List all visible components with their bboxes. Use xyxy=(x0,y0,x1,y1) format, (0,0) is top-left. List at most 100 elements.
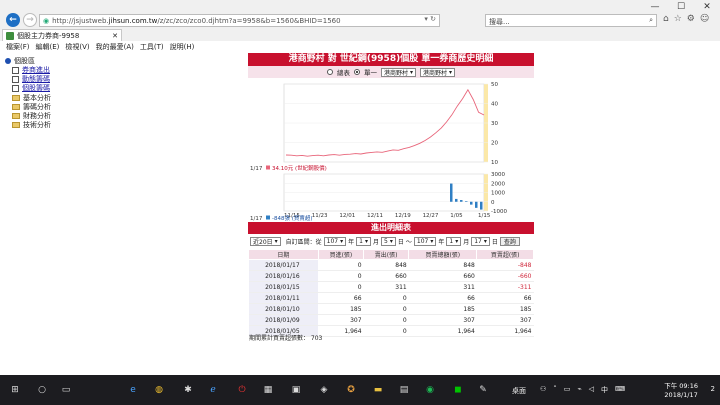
photo-app-icon[interactable]: ▣ xyxy=(290,384,302,396)
sidebar: 個股區 券商進出 動態籌碼 個股籌碼 基本分析 籌碼分析 財務分析 技術分析 xyxy=(0,53,248,375)
price-y-tick-label: 30 xyxy=(491,121,498,127)
period-select[interactable]: 近20日 ▾ xyxy=(250,237,281,246)
cell-net: 66 xyxy=(476,292,534,304)
file-explorer-icon[interactable]: ▬ xyxy=(372,384,384,396)
chevron-up-icon[interactable]: ˄ xyxy=(553,385,557,395)
forward-button[interactable]: → xyxy=(23,13,37,27)
browser-tab[interactable]: 個股主力券商-9958 ✕ xyxy=(2,29,122,41)
ime-indicator[interactable]: 中 xyxy=(601,385,608,395)
unit-label: 月 xyxy=(463,239,470,246)
col-buy: 買進(張) xyxy=(317,249,365,260)
menu-edit[interactable]: 編輯(E) xyxy=(36,42,60,52)
windows-start-icon[interactable]: ⊞ xyxy=(9,384,21,396)
price-y-tick-label: 10 xyxy=(491,160,498,166)
app-icon[interactable]: ◈ xyxy=(318,384,330,396)
price-legend-text: 34.10元 (世紀鋼股價) xyxy=(272,164,327,172)
line-icon[interactable]: ◼ xyxy=(452,384,464,396)
media-icon[interactable]: ▦ xyxy=(262,384,274,396)
broker-select-2[interactable]: 港商野村 ▾ xyxy=(420,67,456,77)
spotify-icon[interactable]: ◉ xyxy=(424,384,436,396)
cell-date: 2018/01/17 xyxy=(248,259,319,271)
custom-range-label: 自訂區間：從 xyxy=(285,239,322,246)
battery-icon[interactable]: ▭ xyxy=(564,385,571,395)
from-day-select[interactable]: 5 ▾ xyxy=(381,237,396,246)
smiley-icon[interactable]: ☺ xyxy=(700,14,709,24)
folder-icon xyxy=(12,122,20,128)
page-title: 港商野村 對 世紀鋼(9958)個股 單一券商歷史明細 xyxy=(248,53,534,66)
radio-single[interactable] xyxy=(353,69,360,75)
notification-count[interactable]: 2 xyxy=(711,385,715,393)
radio-total[interactable] xyxy=(326,69,333,75)
cortana-icon[interactable]: ○ xyxy=(36,384,48,396)
range-separator: ～ xyxy=(405,239,412,246)
app-icon[interactable]: ✎ xyxy=(477,384,489,396)
query-button[interactable]: 查詢 xyxy=(499,237,520,246)
price-y-tick-label: 50 xyxy=(491,82,498,88)
chevron-down-icon: ▾ xyxy=(274,238,278,245)
internet-explorer-icon[interactable]: ℯ xyxy=(207,384,219,396)
network-icon[interactable]: ⌁ xyxy=(577,385,581,395)
from-month-select[interactable]: 1 ▾ xyxy=(356,237,371,246)
back-button[interactable]: ← xyxy=(6,13,20,27)
folder-icon xyxy=(12,113,20,119)
folder-icon xyxy=(12,104,20,110)
cell-date: 2018/01/11 xyxy=(248,292,319,304)
bar-mark xyxy=(460,200,463,202)
app-icon[interactable]: ✱ xyxy=(182,384,194,396)
search-input[interactable]: 搜尋... ⌕ xyxy=(485,14,657,27)
menu-favorites[interactable]: 我的最愛(A) xyxy=(96,42,134,52)
chevron-down-icon: ▾ xyxy=(409,68,413,76)
browser-chrome: — ☐ ✕ ← → ◉ http://jsjustweb.jihsun.com.… xyxy=(0,0,720,52)
tree-root-icon xyxy=(5,58,11,64)
volume-icon[interactable]: ◁ xyxy=(589,385,594,395)
chrome-icon[interactable]: ◍ xyxy=(153,384,165,396)
menu-file[interactable]: 檔案(F) xyxy=(6,42,30,52)
bar-y-tick-label: 0 xyxy=(491,200,495,206)
clock-date: 2018/1/17 xyxy=(664,391,698,399)
sidebar-item-technical-analysis[interactable]: 技術分析 xyxy=(12,120,51,130)
desktop-toolbar-label[interactable]: 桌面 xyxy=(512,386,526,396)
refresh-icon[interactable]: ▾ ↻ xyxy=(424,15,436,23)
tab-title: 個股主力券商-9958 xyxy=(17,31,80,40)
clock[interactable]: 下午 09:16 2018/1/17 xyxy=(664,382,698,400)
menu-tools[interactable]: 工具(T) xyxy=(140,42,164,52)
page-icon xyxy=(12,84,19,92)
cell-buy: 66 xyxy=(318,292,364,304)
to-year-select[interactable]: 107 ▾ xyxy=(413,237,437,246)
people-icon[interactable]: ⚇ xyxy=(540,385,546,395)
to-day-select[interactable]: 17 ▾ xyxy=(471,237,490,246)
cell-buy: 307 xyxy=(318,314,364,326)
menu-help[interactable]: 說明(H) xyxy=(170,42,195,52)
task-view-icon[interactable]: ▭ xyxy=(60,384,72,396)
app-icon[interactable]: ✪ xyxy=(345,384,357,396)
sidebar-item-stock-chips[interactable]: 個股籌碼 xyxy=(12,83,50,93)
cell-total: 66 xyxy=(408,292,477,304)
broker-select-1[interactable]: 港商野村 ▾ xyxy=(380,67,416,77)
bar-mark xyxy=(480,201,483,210)
bar-x-tick-label: 12/11 xyxy=(367,213,383,219)
store-icon[interactable]: ▤ xyxy=(398,384,410,396)
cell-net: -311 xyxy=(476,281,534,293)
gear-icon[interactable]: ⚙ xyxy=(687,14,695,24)
bar-y-tick-label: 3000 xyxy=(491,172,505,178)
cell-date: 2018/01/16 xyxy=(248,270,319,282)
keyboard-icon[interactable]: ⌨ xyxy=(615,385,625,395)
bar-y-tick-label: 2000 xyxy=(491,181,505,187)
menu-view[interactable]: 檢視(V) xyxy=(65,42,89,52)
favorites-star-icon[interactable]: ☆ xyxy=(674,14,682,24)
home-icon[interactable]: ⌂ xyxy=(663,14,669,24)
address-bar[interactable]: ◉ http://jsjustweb.jihsun.com.tw/z/zc/zc… xyxy=(39,14,440,27)
taskbar: ⊞ ○ ▭ e ◍ ✱ ℯ ⏻ ▦ ▣ ◈ ✪ ▬ ▤ ◉ ◼ ✎ 桌面 ⚇ ˄… xyxy=(0,375,720,405)
cell-net: -848 xyxy=(476,259,534,271)
bar-y-tick-label: 1000 xyxy=(491,191,505,197)
tab-close-icon[interactable]: ✕ xyxy=(112,32,118,40)
bar-mark xyxy=(475,201,478,208)
power-icon[interactable]: ⏻ xyxy=(236,384,248,396)
search-icon[interactable]: ⌕ xyxy=(649,16,653,25)
cell-total: 660 xyxy=(408,270,477,282)
bar-y-tick-label: -1000 xyxy=(491,209,507,215)
sidebar-link[interactable]: 個股籌碼 xyxy=(22,83,50,93)
edge-icon[interactable]: e xyxy=(127,384,139,396)
from-year-select[interactable]: 107 ▾ xyxy=(323,237,347,246)
to-month-select[interactable]: 1 ▾ xyxy=(446,237,462,246)
